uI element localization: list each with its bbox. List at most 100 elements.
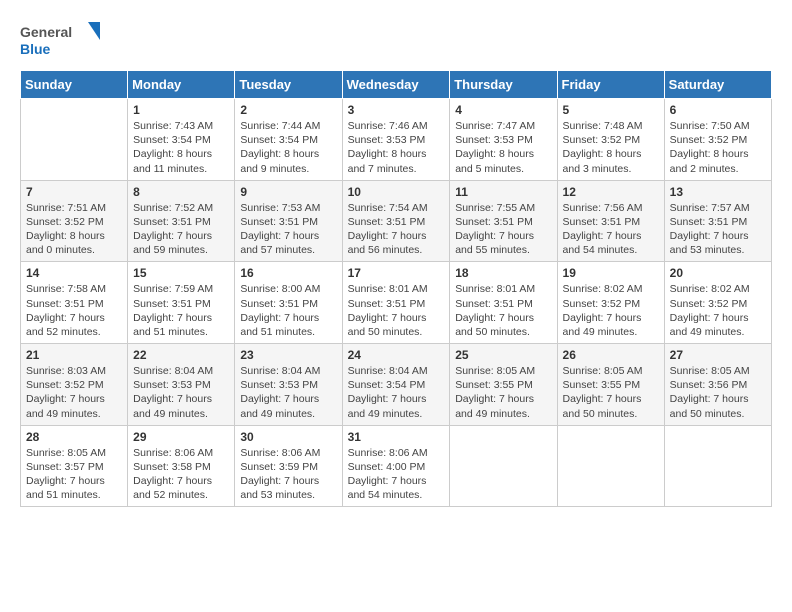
calendar-cell: 7Sunrise: 7:51 AM Sunset: 3:52 PM Daylig…	[21, 180, 128, 262]
day-info: Sunrise: 7:55 AM Sunset: 3:51 PM Dayligh…	[455, 201, 551, 258]
header-friday: Friday	[557, 71, 664, 99]
calendar-cell: 16 Sunrise: 8:00 AM Sunset: 3:51 PM Dayli…	[235, 262, 342, 344]
day-number: 7	[26, 185, 122, 199]
calendar-cell: 29 Sunrise: 8:06 AM Sunset: 3:58 PM Dayli…	[128, 425, 235, 507]
day-number: 11	[455, 185, 551, 199]
day-info: Sunrise: 8:06 AM Sunset: 3:59 PM Dayligh…	[240, 446, 336, 503]
day-number: 24	[348, 348, 445, 362]
calendar-cell: 6 Sunrise: 7:50 AM Sunset: 3:52 PM Daylig…	[664, 99, 771, 181]
calendar-cell: 27Sunrise: 8:05 AM Sunset: 3:56 PM Dayli…	[664, 344, 771, 426]
calendar-week-row: 21 Sunrise: 8:03 AM Sunset: 3:52 PM Dayli…	[21, 344, 772, 426]
day-info: Sunrise: 8:03 AM Sunset: 3:52 PM Dayligh…	[26, 364, 122, 421]
day-number: 10	[348, 185, 445, 199]
day-number: 31	[348, 430, 445, 444]
calendar-cell: 25 Sunrise: 8:05 AM Sunset: 3:55 PM Dayli…	[450, 344, 557, 426]
day-number: 29	[133, 430, 229, 444]
calendar-cell: 24 Sunrise: 8:04 AM Sunset: 3:54 PM Dayli…	[342, 344, 450, 426]
calendar-week-row: 1 Sunrise: 7:43 AM Sunset: 3:54 PM Daylig…	[21, 99, 772, 181]
day-number: 22	[133, 348, 229, 362]
calendar-cell: 15 Sunrise: 7:59 AM Sunset: 3:51 PM Dayli…	[128, 262, 235, 344]
day-number: 13	[670, 185, 766, 199]
day-info: Sunrise: 7:58 AM Sunset: 3:51 PM Dayligh…	[26, 282, 122, 339]
day-number: 3	[348, 103, 445, 117]
header-wednesday: Wednesday	[342, 71, 450, 99]
calendar-header-row: SundayMondayTuesdayWednesdayThursdayFrid…	[21, 71, 772, 99]
calendar-cell: 9Sunrise: 7:53 AM Sunset: 3:51 PM Daylig…	[235, 180, 342, 262]
calendar-cell: 17Sunrise: 8:01 AM Sunset: 3:51 PM Dayli…	[342, 262, 450, 344]
calendar-cell: 21 Sunrise: 8:03 AM Sunset: 3:52 PM Dayli…	[21, 344, 128, 426]
svg-text:General: General	[20, 24, 72, 40]
calendar-cell: 11 Sunrise: 7:55 AM Sunset: 3:51 PM Dayli…	[450, 180, 557, 262]
calendar-cell: 30 Sunrise: 8:06 AM Sunset: 3:59 PM Dayli…	[235, 425, 342, 507]
day-info: Sunrise: 7:50 AM Sunset: 3:52 PM Dayligh…	[670, 119, 766, 176]
day-info: Sunrise: 7:47 AM Sunset: 3:53 PM Dayligh…	[455, 119, 551, 176]
calendar-cell: 26Sunrise: 8:05 AM Sunset: 3:55 PM Dayli…	[557, 344, 664, 426]
calendar-cell: 20 Sunrise: 8:02 AM Sunset: 3:52 PM Dayli…	[664, 262, 771, 344]
calendar-cell	[664, 425, 771, 507]
calendar-cell: 5 Sunrise: 7:48 AM Sunset: 3:52 PM Daylig…	[557, 99, 664, 181]
header-sunday: Sunday	[21, 71, 128, 99]
day-number: 28	[26, 430, 122, 444]
day-info: Sunrise: 7:43 AM Sunset: 3:54 PM Dayligh…	[133, 119, 229, 176]
day-info: Sunrise: 7:57 AM Sunset: 3:51 PM Dayligh…	[670, 201, 766, 258]
calendar-cell: 3 Sunrise: 7:46 AM Sunset: 3:53 PM Daylig…	[342, 99, 450, 181]
calendar-cell: 23 Sunrise: 8:04 AM Sunset: 3:53 PM Dayli…	[235, 344, 342, 426]
day-info: Sunrise: 8:01 AM Sunset: 3:51 PM Dayligh…	[455, 282, 551, 339]
header-monday: Monday	[128, 71, 235, 99]
calendar-week-row: 7Sunrise: 7:51 AM Sunset: 3:52 PM Daylig…	[21, 180, 772, 262]
day-number: 8	[133, 185, 229, 199]
logo: General Blue	[20, 20, 100, 60]
calendar-cell: 10Sunrise: 7:54 AM Sunset: 3:51 PM Dayli…	[342, 180, 450, 262]
day-info: Sunrise: 7:48 AM Sunset: 3:52 PM Dayligh…	[563, 119, 659, 176]
calendar-cell: 22Sunrise: 8:04 AM Sunset: 3:53 PM Dayli…	[128, 344, 235, 426]
day-info: Sunrise: 8:02 AM Sunset: 3:52 PM Dayligh…	[563, 282, 659, 339]
calendar-cell: 8Sunrise: 7:52 AM Sunset: 3:51 PM Daylig…	[128, 180, 235, 262]
page-header: General Blue	[20, 20, 772, 60]
day-number: 15	[133, 266, 229, 280]
day-info: Sunrise: 7:59 AM Sunset: 3:51 PM Dayligh…	[133, 282, 229, 339]
day-number: 16	[240, 266, 336, 280]
calendar-week-row: 28 Sunrise: 8:05 AM Sunset: 3:57 PM Dayli…	[21, 425, 772, 507]
logo-svg: General Blue	[20, 20, 100, 60]
calendar-cell	[21, 99, 128, 181]
day-number: 17	[348, 266, 445, 280]
day-number: 21	[26, 348, 122, 362]
day-info: Sunrise: 8:05 AM Sunset: 3:55 PM Dayligh…	[455, 364, 551, 421]
day-info: Sunrise: 7:46 AM Sunset: 3:53 PM Dayligh…	[348, 119, 445, 176]
calendar-cell: 13 Sunrise: 7:57 AM Sunset: 3:51 PM Dayli…	[664, 180, 771, 262]
calendar-cell: 12Sunrise: 7:56 AM Sunset: 3:51 PM Dayli…	[557, 180, 664, 262]
day-number: 2	[240, 103, 336, 117]
day-number: 6	[670, 103, 766, 117]
day-number: 20	[670, 266, 766, 280]
header-saturday: Saturday	[664, 71, 771, 99]
day-info: Sunrise: 8:00 AM Sunset: 3:51 PM Dayligh…	[240, 282, 336, 339]
day-number: 12	[563, 185, 659, 199]
day-info: Sunrise: 8:02 AM Sunset: 3:52 PM Dayligh…	[670, 282, 766, 339]
day-number: 5	[563, 103, 659, 117]
day-number: 14	[26, 266, 122, 280]
day-number: 1	[133, 103, 229, 117]
calendar-cell: 28 Sunrise: 8:05 AM Sunset: 3:57 PM Dayli…	[21, 425, 128, 507]
day-number: 9	[240, 185, 336, 199]
calendar-cell: 4 Sunrise: 7:47 AM Sunset: 3:53 PM Daylig…	[450, 99, 557, 181]
header-thursday: Thursday	[450, 71, 557, 99]
day-info: Sunrise: 7:44 AM Sunset: 3:54 PM Dayligh…	[240, 119, 336, 176]
svg-text:Blue: Blue	[20, 41, 51, 57]
calendar-cell: 1 Sunrise: 7:43 AM Sunset: 3:54 PM Daylig…	[128, 99, 235, 181]
day-info: Sunrise: 8:04 AM Sunset: 3:54 PM Dayligh…	[348, 364, 445, 421]
calendar-table: SundayMondayTuesdayWednesdayThursdayFrid…	[20, 70, 772, 507]
day-info: Sunrise: 8:06 AM Sunset: 3:58 PM Dayligh…	[133, 446, 229, 503]
day-info: Sunrise: 8:05 AM Sunset: 3:57 PM Dayligh…	[26, 446, 122, 503]
calendar-cell	[450, 425, 557, 507]
day-number: 19	[563, 266, 659, 280]
day-info: Sunrise: 8:05 AM Sunset: 3:55 PM Dayligh…	[563, 364, 659, 421]
day-number: 25	[455, 348, 551, 362]
calendar-cell: 18 Sunrise: 8:01 AM Sunset: 3:51 PM Dayli…	[450, 262, 557, 344]
day-number: 30	[240, 430, 336, 444]
day-number: 18	[455, 266, 551, 280]
day-number: 4	[455, 103, 551, 117]
calendar-week-row: 14 Sunrise: 7:58 AM Sunset: 3:51 PM Dayli…	[21, 262, 772, 344]
day-info: Sunrise: 8:04 AM Sunset: 3:53 PM Dayligh…	[240, 364, 336, 421]
day-number: 23	[240, 348, 336, 362]
calendar-cell: 19 Sunrise: 8:02 AM Sunset: 3:52 PM Dayli…	[557, 262, 664, 344]
